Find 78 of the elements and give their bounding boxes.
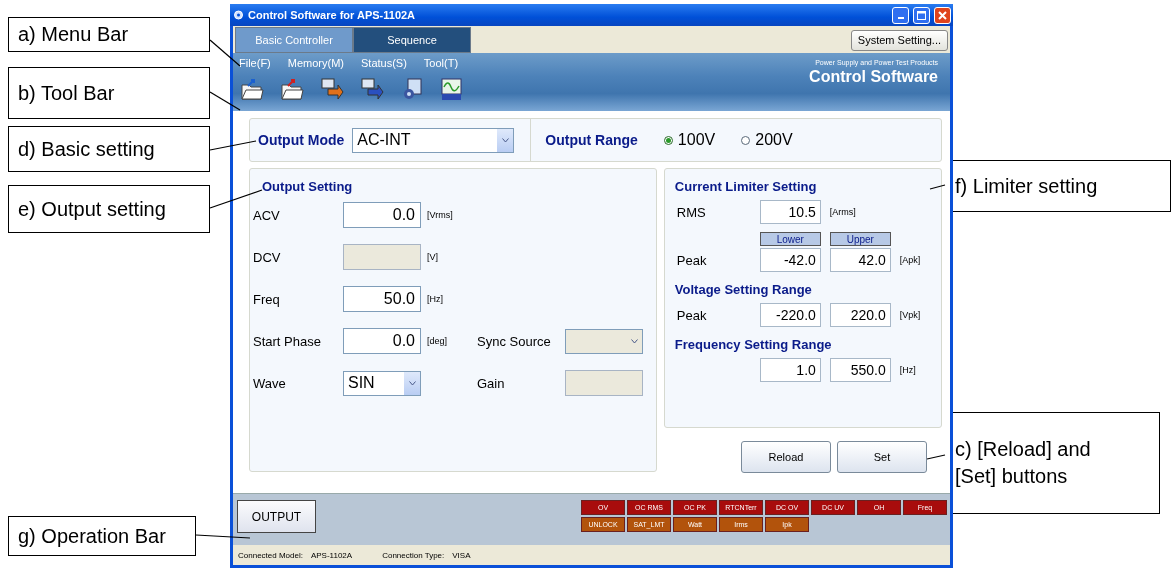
status-text: Connection Type: VISA [382,550,471,560]
input-field[interactable]: 0.0 [343,202,421,228]
window-title: Control Software for APS-1102A [248,9,417,21]
minimize-icon [897,16,904,19]
brand-title: Control Software [809,68,938,86]
input-field[interactable]: -220.0 [759,303,821,327]
output-button[interactable]: OUTPUT [237,500,316,533]
field-label: Peak [675,252,708,268]
dropdown-field[interactable]: SIN [343,370,421,396]
close-button[interactable] [934,6,951,24]
field-label: Freq [252,291,281,307]
close-icon [938,10,947,20]
output-mode-label: Output Mode [258,132,345,148]
field-label: DCV [252,249,282,265]
callout-label: b) Tool Bar [8,67,210,119]
radio-label[interactable]: 200V [755,131,793,149]
field-label: Wave [252,375,287,391]
unit-label: [Hz] [426,294,444,304]
maximize-button[interactable] [913,6,930,24]
field-label: Start Phase [252,333,322,349]
action-button[interactable]: Reload [741,441,831,473]
input-field[interactable]: 10.5 [759,200,821,224]
output-range-label: Output Range [545,132,638,148]
leader-line [209,140,257,151]
input-field[interactable]: 0.0 [343,328,421,354]
system-setting-button[interactable]: System Setting... [850,29,948,51]
input-field[interactable]: 550.0 [829,358,891,382]
app-icon [233,9,244,21]
leader-line [209,39,241,67]
input-field[interactable]: -42.0 [759,248,821,272]
status-text: Connected Model: APS-1102A [238,550,353,560]
caret-icon [630,338,638,344]
leader-line [195,534,251,539]
unit-label: [V] [426,252,439,262]
wave-icon[interactable] [440,77,464,101]
output-mode-dropdown[interactable]: AC-INT [352,127,515,153]
radio-button[interactable] [741,135,751,145]
maximize-icon [917,10,926,20]
tab[interactable]: Sequence [353,27,471,53]
caret-icon [501,137,509,143]
download-arrow-icon[interactable] [360,77,384,101]
radio-label[interactable]: 100V [677,131,716,149]
minimize-button[interactable] [892,6,909,24]
input-field[interactable]: 1.0 [759,358,821,382]
radio-button[interactable] [663,135,673,145]
callout-label: e) Output setting [8,185,210,233]
field-label: Sync Source [477,333,552,349]
folder-arrow-icon[interactable] [240,77,264,101]
callout-label: d) Basic setting [8,126,210,172]
section-title: Current Limiter Setting [674,179,817,194]
action-button[interactable]: Set [837,441,927,473]
unit-label: [Vpk] [899,310,921,320]
field-label: Gain [477,375,506,391]
field-label: ACV [252,207,281,223]
folder-arrow-icon[interactable] [280,77,304,101]
field-label: Peak [675,307,708,323]
column-header: Lower [759,232,821,246]
callout-label: g) Operation Bar [8,516,196,556]
unit-label: [Arms] [829,207,856,217]
unit-label: [Hz] [899,365,916,375]
input-field[interactable]: 220.0 [829,303,891,327]
input-field[interactable]: 42.0 [829,248,891,272]
leader-line [209,91,241,111]
download-arrow-icon[interactable] [320,77,344,101]
leader-line [209,189,263,209]
unit-label: [Apk] [899,255,921,265]
section-title: Frequency Setting Range [674,337,832,352]
callout-label: a) Menu Bar [8,17,210,52]
unit-label: [Vrms] [426,210,454,220]
leader-line [929,184,946,190]
field-label: RMS [675,204,707,220]
leader-line [926,454,946,460]
panel-title: Output Setting [261,179,354,194]
input-field[interactable]: 50.0 [343,286,421,312]
caret-icon [408,380,416,386]
column-header: Upper [829,232,891,246]
unit-label: [deg] [426,336,449,346]
section-title: Voltage Setting Range [674,282,812,297]
